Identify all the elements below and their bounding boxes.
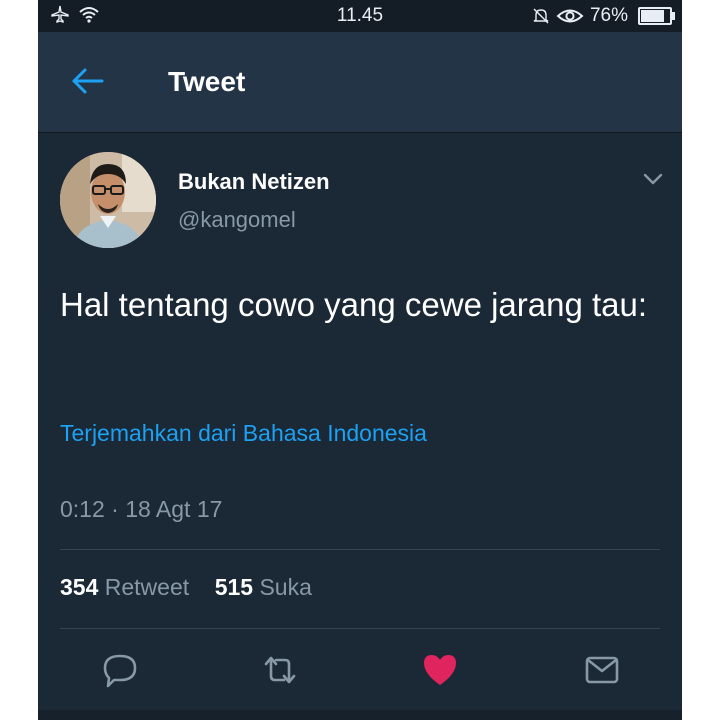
- chevron-down-icon[interactable]: [642, 172, 664, 186]
- tweet-timestamp: 0:12 · 18 Agt 17: [60, 496, 223, 522]
- like-stat[interactable]: 515 Suka: [215, 574, 312, 600]
- retweet-stat[interactable]: 354 Retweet: [60, 574, 189, 600]
- page-title: Tweet: [168, 66, 246, 97]
- avatar[interactable]: [60, 152, 156, 248]
- translate-link[interactable]: Terjemahkan dari Bahasa Indonesia: [60, 420, 427, 447]
- retweet-icon[interactable]: [260, 650, 300, 690]
- status-bar: 11.45 76%: [38, 0, 682, 32]
- bell-muted-icon: [533, 8, 549, 24]
- retweet-label: Retweet: [104, 574, 190, 600]
- divider: [60, 628, 660, 629]
- avatar-image: [60, 152, 156, 248]
- like-count: 515: [214, 574, 254, 600]
- author-names: Bukan Netizen @kangomel: [178, 167, 330, 233]
- bottom-edge: [38, 710, 682, 720]
- status-right: 76%: [532, 5, 675, 27]
- retweet-count: 354: [60, 574, 99, 600]
- like-icon[interactable]: [420, 650, 460, 690]
- back-arrow-icon[interactable]: [70, 66, 106, 96]
- display-name[interactable]: Bukan Netizen: [178, 169, 330, 195]
- tweet-author[interactable]: Bukan Netizen @kangomel: [60, 152, 330, 248]
- divider: [60, 549, 660, 550]
- phone-screen: 11.45 76% Tweet Bukan Netizen @kangomel …: [38, 0, 682, 720]
- tweet-text: Hal tentang cowo yang cewe jarang tau:: [60, 286, 648, 323]
- reply-icon[interactable]: [100, 650, 140, 690]
- share-icon[interactable]: [582, 650, 622, 690]
- battery-percent: 76%: [589, 5, 628, 26]
- tweet-stats: 354 Retweet 515 Suka: [60, 574, 312, 601]
- tweet-actions: [38, 650, 682, 700]
- battery-icon: [638, 7, 675, 25]
- app-bar: Tweet: [38, 32, 682, 133]
- battery-level: [641, 10, 664, 22]
- user-handle[interactable]: @kangomel: [178, 207, 330, 233]
- eye-icon: [556, 9, 584, 23]
- like-label: Suka: [259, 574, 312, 600]
